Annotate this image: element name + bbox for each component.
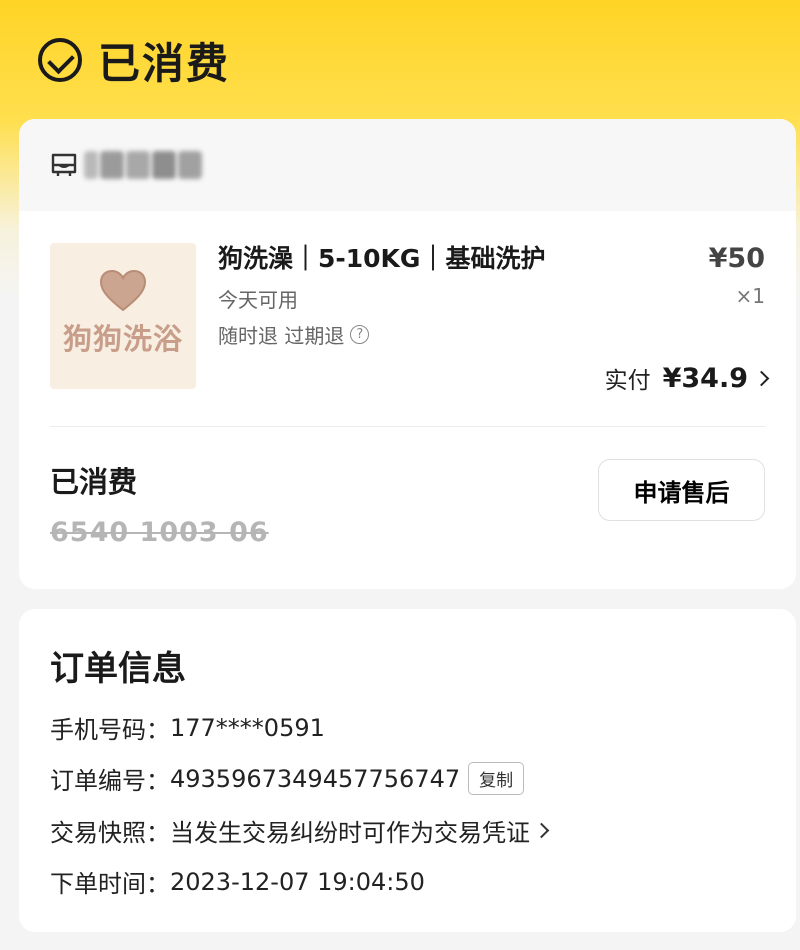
phone-value: 177****0591 [170, 713, 325, 742]
product-image[interactable]: 狗狗洗浴 [50, 243, 196, 389]
product-name[interactable]: 狗洗澡｜5-10KG｜基础洗护 [218, 239, 545, 275]
check-circle-icon [38, 38, 82, 82]
order-card: 狗狗洗浴 狗洗澡｜5-10KG｜基础洗护 今天可用 随时退 过期退 ? ¥50 … [19, 119, 796, 589]
paid-value: ¥34.9 [662, 362, 748, 394]
order-number-row: 订单编号： 4935967349457756747 复制 [50, 761, 525, 796]
refund-policy: 随时退 过期退 ? [218, 320, 370, 349]
order-time-label: 下单时间： [50, 870, 170, 898]
page-header: 已消费 [38, 30, 230, 90]
after-sale-button[interactable]: 申请售后 [598, 459, 765, 521]
heart-icon [99, 270, 147, 312]
unit-price: ¥50 [708, 243, 765, 274]
chevron-right-icon [753, 370, 770, 386]
order-time-row: 下单时间： 2023-12-07 19:04:50 [50, 864, 425, 899]
snapshot-label: 交易快照： [50, 819, 170, 847]
store-icon [50, 152, 78, 178]
order-number-label: 订单编号： [50, 767, 170, 795]
order-number-value: 4935967349457756747 [170, 764, 461, 793]
voucher-code: 6540 1003 06 [50, 517, 269, 548]
paid-label: 实付 [604, 368, 651, 394]
divider [50, 426, 765, 427]
order-info-title: 订单信息 [50, 649, 186, 689]
product-image-text: 狗狗洗浴 [62, 322, 183, 356]
page-title: 已消费 [98, 38, 231, 88]
copy-button[interactable]: 复制 [468, 762, 525, 795]
quantity: ×1 [735, 284, 765, 308]
voucher-status: 已消费 [50, 465, 138, 499]
shop-name-blurred [84, 151, 202, 179]
phone-label: 手机号码： [50, 716, 170, 744]
refund-policy-text: 随时退 过期退 [218, 324, 345, 348]
phone-row: 手机号码： 177****0591 [50, 710, 325, 745]
chevron-right-icon [533, 822, 550, 839]
shop-bar[interactable] [19, 119, 796, 211]
snapshot-row[interactable]: 交易快照： 当发生交易纠纷时可作为交易凭证 [50, 813, 550, 848]
snapshot-value: 当发生交易纠纷时可作为交易凭证 [170, 819, 530, 847]
help-icon[interactable]: ? [350, 325, 370, 344]
availability-text: 今天可用 [218, 288, 298, 312]
order-time-value: 2023-12-07 19:04:50 [170, 867, 425, 896]
paid-amount-link[interactable]: 实付 ¥34.9 [604, 361, 770, 395]
order-info-card: 订单信息 手机号码： 177****0591 订单编号： 49359673494… [19, 609, 796, 932]
